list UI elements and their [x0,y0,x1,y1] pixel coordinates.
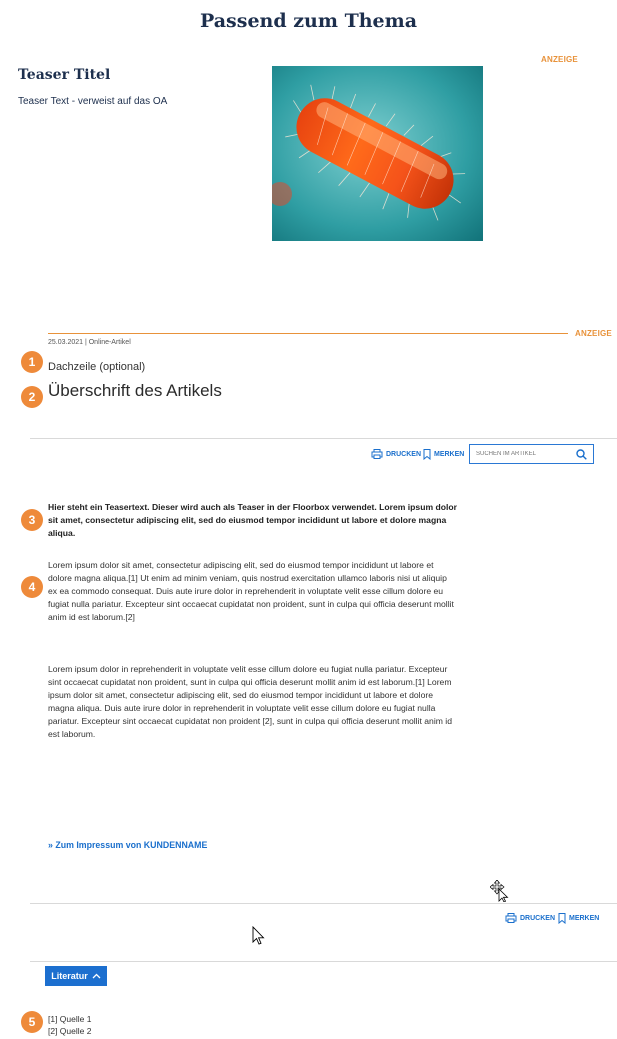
search-icon[interactable] [576,448,587,460]
divider [30,438,617,439]
article-search[interactable] [469,444,594,464]
article-meta: 25.03.2021 | Online-Artikel [48,339,131,346]
divider-bottom [30,903,617,904]
dachzeile: Dachzeile (optional) [48,361,146,373]
bacterium-image [272,66,483,241]
article-search-input[interactable] [476,451,566,457]
body-paragraph-1: Lorem ipsum dolor sit amet, consectetur … [48,560,454,622]
source-2: [2] Quelle 2 [48,1026,92,1036]
article-headline: Überschrift des Artikels [48,381,222,400]
literature-label: Literatur [51,971,88,981]
bookmark-button[interactable]: MERKEN [423,449,464,460]
source-1: [1] Quelle 1 [48,1014,92,1024]
print-button[interactable]: DRUCKEN [371,449,421,459]
body-paragraph-2: Lorem ipsum dolor in reprehenderit in vo… [48,664,452,739]
print-label: DRUCKEN [386,450,421,458]
print-label-bottom: DRUCKEN [520,914,555,922]
printer-icon [505,913,517,923]
bookmark-icon [423,449,431,460]
marker-2: 2 [21,386,43,408]
ad-label: ANZEIGE [541,55,578,64]
impressum-link[interactable]: » Zum Impressum von KUNDENNAME [48,840,207,850]
bookmark-button-bottom[interactable]: MERKEN [558,913,599,924]
marker-5: 5 [21,1011,43,1033]
printer-icon [371,449,383,459]
literature-toggle-button[interactable]: Literatur [45,966,107,986]
teaser-title[interactable]: Teaser Titel [18,67,110,83]
teaser-text[interactable]: Teaser Text - verweist auf das OA [18,96,167,107]
divider-literature [30,961,617,962]
marker-3: 3 [21,509,43,531]
teaser-image[interactable] [272,66,483,241]
teaser-paragraph: Hier steht ein Teasertext. Dieser wird a… [48,502,457,538]
bookmark-label: MERKEN [434,451,465,458]
move-cursor-icon [490,880,509,902]
marker-4: 4 [21,576,43,598]
print-button-bottom[interactable]: DRUCKEN [505,913,555,923]
bookmark-label-bottom: MERKEN [569,915,600,922]
article-ad-label: ANZEIGE [572,329,612,338]
bookmark-icon [558,913,566,924]
chevron-up-icon [92,973,101,979]
pointer-cursor-icon [252,926,265,945]
ad-divider-line [48,333,568,334]
marker-1: 1 [21,351,43,373]
related-heading: Passend zum Thema [199,10,418,32]
